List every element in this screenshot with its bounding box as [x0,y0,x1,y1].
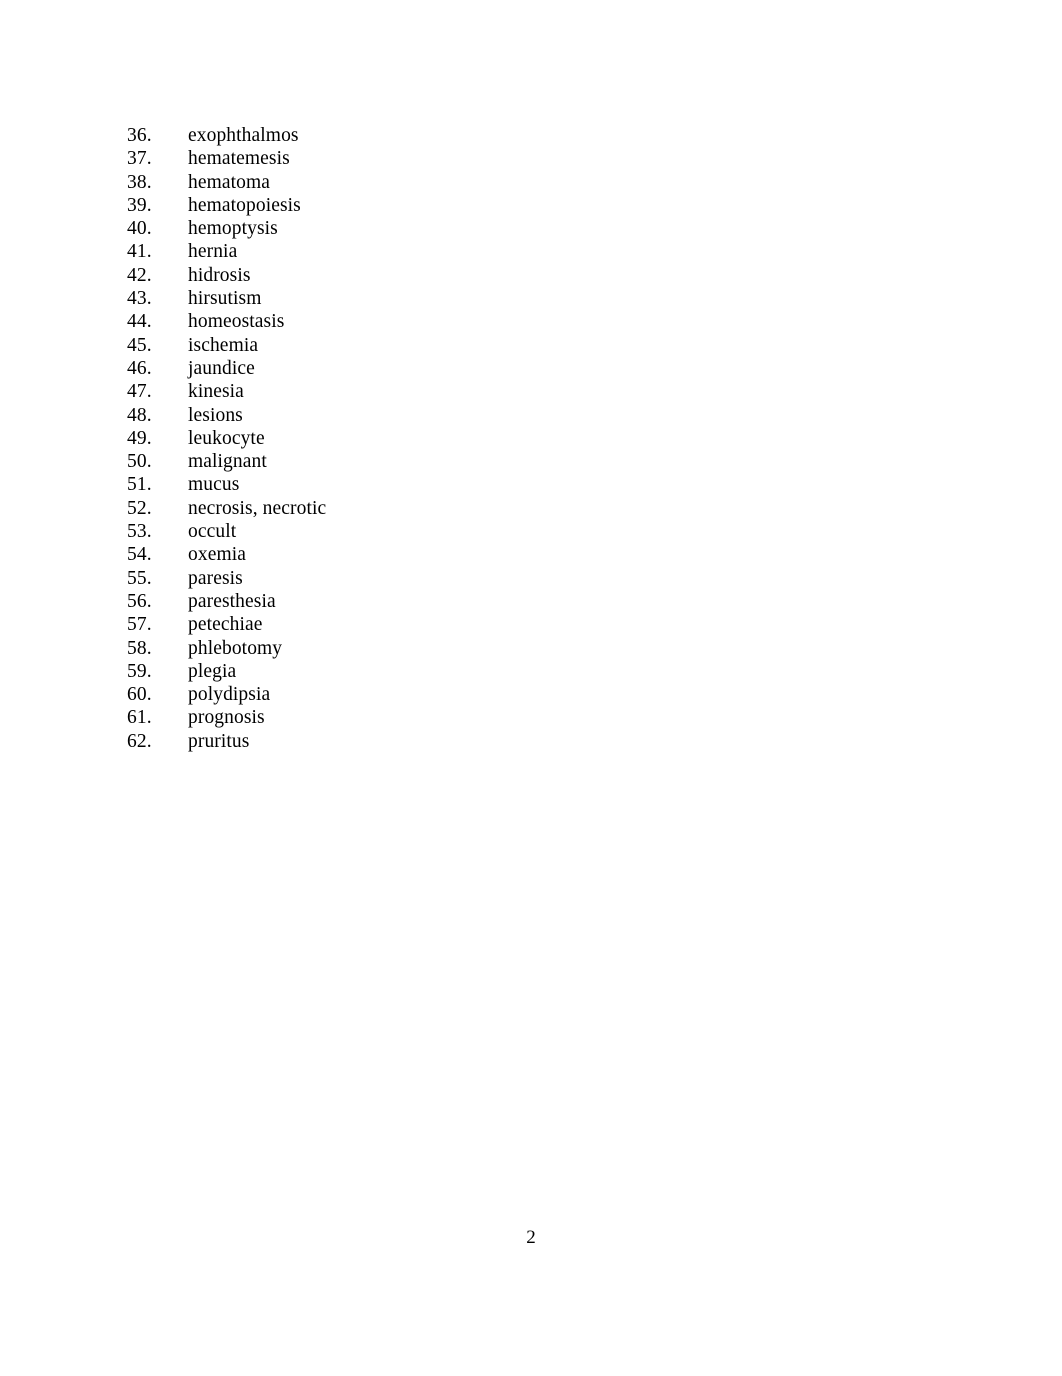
list-item-term: hidrosis [188,264,251,286]
list-item-number: 60. [127,684,152,706]
list-item-term: necrosis, necrotic [188,497,327,519]
list-item-number: 48. [127,404,152,426]
list-item-number: 51. [127,474,152,496]
list-item-term: homeostasis [188,311,285,333]
list-item: 46. jaundice [127,357,947,380]
list-item-term: malignant [188,451,267,473]
list-item-number: 50. [127,451,152,473]
list-item: 48. lesions [127,404,947,427]
list-item: 38. hematoma [127,171,947,194]
list-item-term: hematemesis [188,148,290,170]
list-item: 51. mucus [127,473,947,496]
list-item-number: 54. [127,544,152,566]
list-item: 49. leukocyte [127,427,947,450]
list-item-number: 59. [127,660,152,682]
list-item: 40. hemoptysis [127,217,947,240]
list-item-number: 43. [127,288,152,310]
list-item-number: 41. [127,241,152,263]
list-item: 58. phlebotomy [127,637,947,660]
list-item-number: 36. [127,125,152,146]
list-item: 50. malignant [127,450,947,473]
list-item-term: hernia [188,241,238,263]
list-item-number: 49. [127,427,152,449]
list-item-number: 39. [127,194,152,216]
word-list-container: 36. exophthalmos 37. hematemesis 38. hematoma… [127,124,947,753]
list-item-term: exophthalmos [188,125,299,146]
list-item-number: 37. [127,148,152,170]
list-item-number: 45. [127,334,152,356]
list-item-term: hematopoiesis [188,194,301,216]
list-item-term: oxemia [188,544,246,566]
list-item-term: occult [188,521,237,543]
list-item: 60. polydipsia [127,683,947,706]
list-item: 62. pruritus [127,730,947,753]
list-item: 44. homeostasis [127,310,947,333]
list-item-term: polydipsia [188,684,271,706]
list-item-number: 44. [127,311,152,333]
list-item: 53. occult [127,520,947,543]
list-item-term: plegia [188,660,237,682]
list-item-number: 62. [127,730,152,752]
list-item-number: 42. [127,264,152,286]
list-item-number: 38. [127,171,152,193]
list-item: 54. oxemia [127,543,947,566]
list-item-term: paresthesia [188,590,276,612]
list-item: 42. hidrosis [127,264,947,287]
list-item: 59. plegia [127,660,947,683]
list-item-term: phlebotomy [188,637,283,659]
list-item: 47. kinesia [127,380,947,403]
page-number: 2 [526,1227,536,1248]
list-item-number: 46. [127,357,152,379]
list-item-term: prognosis [188,707,265,729]
list-item: 52. necrosis, necrotic [127,497,947,520]
list-item-term: kinesia [188,381,244,403]
list-item-term: hematoma [188,171,271,193]
list-item-number: 58. [127,637,152,659]
list-item-number: 52. [127,497,152,519]
list-item: 45. ischemia [127,334,947,357]
list-item-term: paresis [188,567,243,589]
list-item-term: jaundice [188,357,255,379]
list-item: 57. petechiae [127,613,947,636]
list-item: 56. paresthesia [127,590,947,613]
list-item-number: 40. [127,218,152,240]
list-item-number: 53. [127,521,152,543]
list-item-term: leukocyte [188,427,265,449]
list-item: 43. hirsutism [127,287,947,310]
list-item: 55. paresis [127,567,947,590]
list-item-term: hirsutism [188,288,262,310]
list-item-term: hemoptysis [188,218,278,240]
list-item-number: 56. [127,590,152,612]
list-item-term: mucus [188,474,240,496]
document-page: 36. exophthalmos 37. hematemesis 38. hematoma… [0,0,1062,1376]
list-item-number: 57. [127,614,152,636]
list-item: 61. prognosis [127,706,947,729]
list-item-term: pruritus [188,730,250,752]
numbered-word-list: 36. exophthalmos 37. hematemesis 38. hematoma… [127,124,947,753]
list-item-term: lesions [188,404,243,426]
list-item: 37. hematemesis [127,147,947,170]
list-item-number: 55. [127,567,152,589]
list-item: 39. hematopoiesis [127,194,947,217]
list-item-number: 47. [127,381,152,403]
list-item-term: petechiae [188,614,263,636]
list-item-number: 61. [127,707,152,729]
list-item: 36. exophthalmos [127,124,947,147]
list-item: 41. hernia [127,240,947,263]
list-item-term: ischemia [188,334,259,356]
